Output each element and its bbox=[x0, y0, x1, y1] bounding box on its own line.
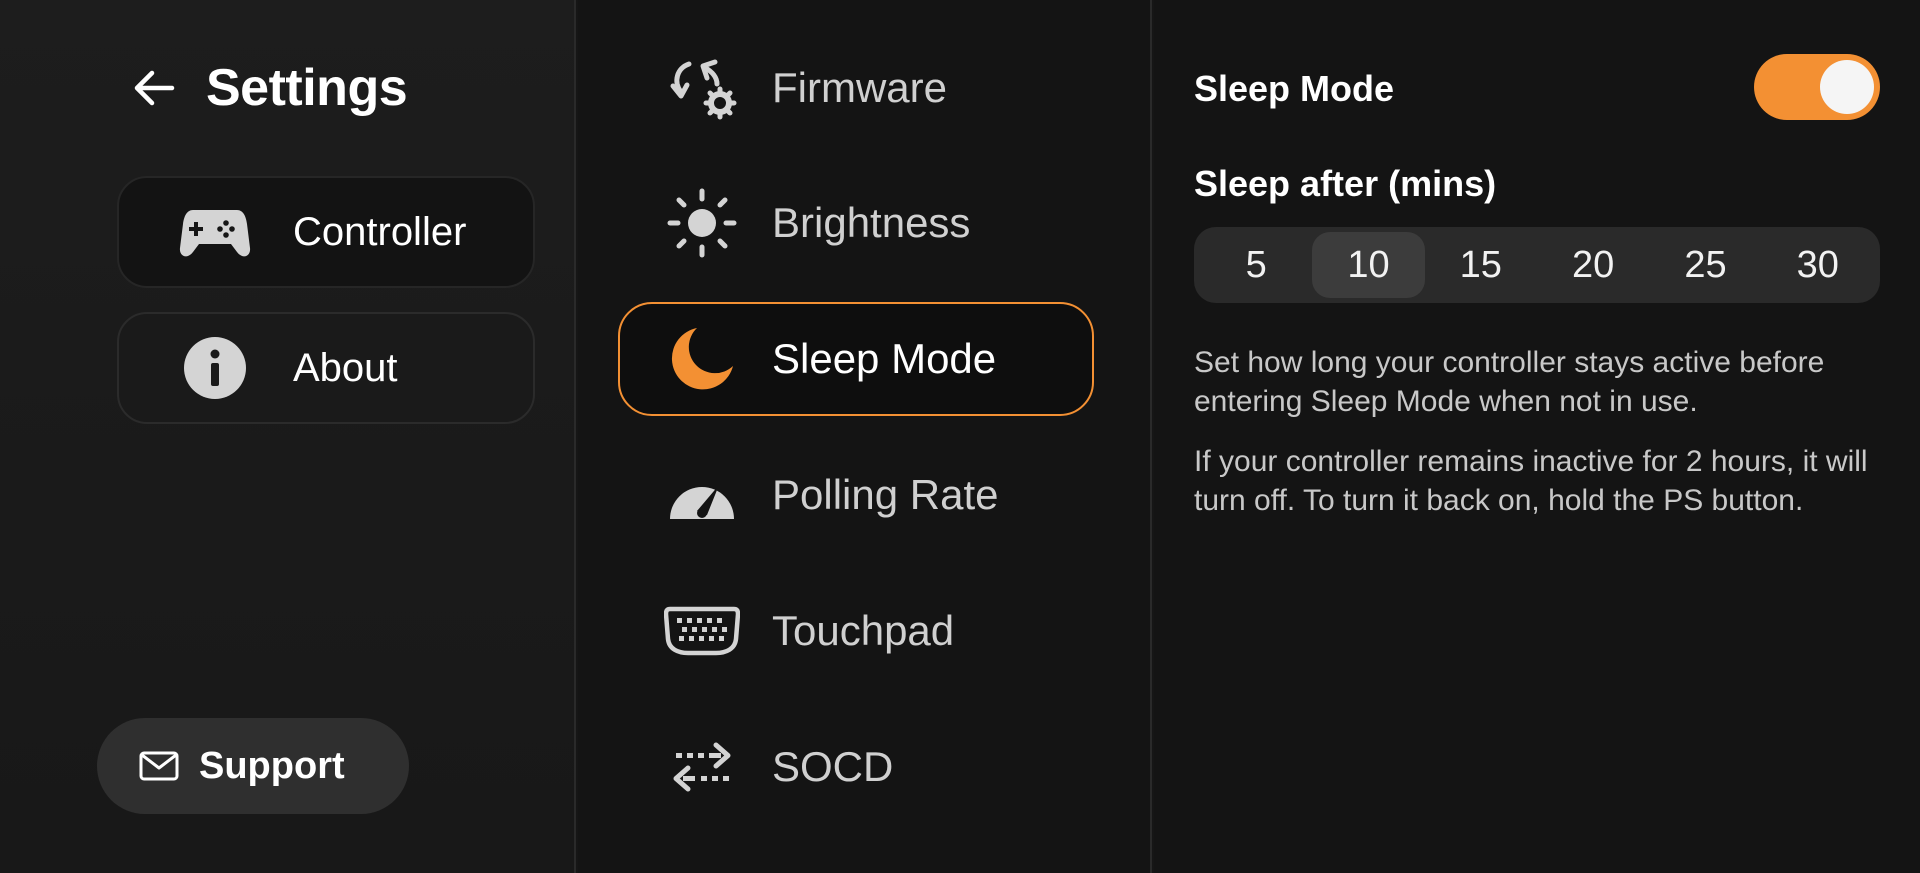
sleep-duration-selector: 5 10 15 20 25 30 bbox=[1194, 227, 1880, 303]
settings-header: Settings bbox=[130, 56, 408, 120]
menu-item-label: Sleep Mode bbox=[772, 335, 997, 382]
support-label: Support bbox=[199, 744, 345, 787]
menu-item-sleep-mode[interactable]: Sleep Mode bbox=[618, 302, 1094, 416]
menu-item-label: Polling Rate bbox=[772, 471, 999, 518]
sidebar-item-controller[interactable]: Controller bbox=[117, 176, 535, 288]
mail-icon bbox=[139, 746, 179, 786]
sleep-mode-detail: Sleep Mode Sleep after (mins) 5 10 15 20… bbox=[1154, 0, 1920, 873]
sleep-after-label: Sleep after (mins) bbox=[1194, 163, 1497, 204]
sun-icon bbox=[662, 183, 742, 263]
sleep-option-30[interactable]: 30 bbox=[1762, 232, 1874, 298]
sidebar-item-label: Controller bbox=[293, 209, 467, 254]
menu-item-socd[interactable]: SOCD bbox=[618, 710, 1094, 824]
info-icon bbox=[179, 332, 251, 404]
menu-item-polling-rate[interactable]: Polling Rate bbox=[618, 438, 1094, 552]
page-title: Settings bbox=[206, 59, 408, 117]
menu-item-label: Brightness bbox=[772, 199, 971, 246]
sleep-mode-toggle[interactable] bbox=[1754, 54, 1880, 120]
sleep-option-20[interactable]: 20 bbox=[1537, 232, 1649, 298]
menu-item-label: SOCD bbox=[772, 743, 894, 790]
arrow-left-icon bbox=[134, 70, 175, 106]
sleep-option-10[interactable]: 10 bbox=[1312, 232, 1425, 298]
menu-item-firmware[interactable]: Firmware bbox=[618, 31, 1094, 145]
menu-item-label: Firmware bbox=[772, 64, 947, 111]
sleep-option-5[interactable]: 5 bbox=[1200, 232, 1312, 298]
sidebar-item-label: About bbox=[293, 345, 398, 390]
firmware-update-icon bbox=[662, 48, 742, 128]
toggle-knob bbox=[1820, 60, 1874, 114]
moon-icon bbox=[662, 319, 742, 399]
swap-arrows-icon bbox=[662, 727, 742, 807]
sleep-description: Set how long your controller stays activ… bbox=[1194, 346, 1825, 418]
menu-item-label: Touchpad bbox=[772, 607, 955, 654]
menu-item-brightness[interactable]: Brightness bbox=[618, 166, 1094, 280]
sleep-option-25[interactable]: 25 bbox=[1649, 232, 1761, 298]
menu-item-touchpad[interactable]: Touchpad bbox=[618, 574, 1094, 688]
controller-settings-menu: Firmware Brightness Sleep Mode Polling R… bbox=[578, 0, 1152, 873]
back-button[interactable] bbox=[130, 64, 178, 112]
touchpad-icon bbox=[662, 591, 742, 671]
gauge-icon bbox=[662, 455, 742, 535]
settings-app: Settings Controller About Support Firmwa… bbox=[0, 0, 1920, 873]
gamepad-icon bbox=[179, 196, 251, 268]
sleep-option-15[interactable]: 15 bbox=[1425, 232, 1537, 298]
sidebar-item-about[interactable]: About bbox=[117, 312, 535, 424]
power-off-description: If your controller remains inactive for … bbox=[1194, 445, 1868, 517]
settings-sidebar: Settings Controller About Support bbox=[0, 0, 576, 873]
support-button[interactable]: Support bbox=[97, 718, 409, 814]
sleep-mode-label: Sleep Mode bbox=[1194, 68, 1395, 109]
